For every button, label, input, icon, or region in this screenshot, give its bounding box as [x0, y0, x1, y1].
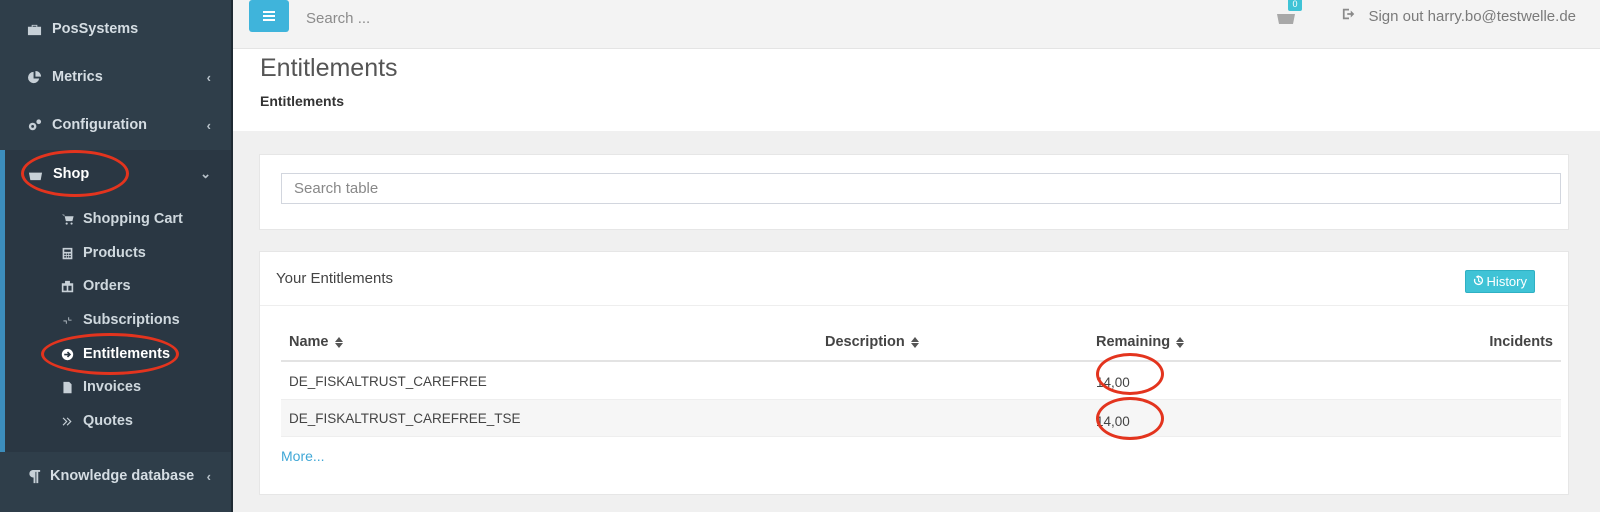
- cart-count-badge: 0: [1288, 0, 1302, 11]
- table-header: Name Description Remaining Incidents: [281, 322, 1561, 362]
- hamburger-icon: [263, 15, 275, 17]
- column-label: Incidents: [1489, 334, 1553, 350]
- arrow-circle-icon: [60, 348, 74, 361]
- sidebar-item-label: Metrics: [52, 69, 103, 85]
- sidebar-item-knowledge-database[interactable]: Knowledge database ‹: [0, 456, 231, 496]
- sidebar-item-label: Knowledge database: [50, 468, 195, 484]
- basket-icon: [1276, 9, 1296, 29]
- search-card: [259, 154, 1569, 230]
- sidebar-sub-label: Quotes: [83, 413, 133, 429]
- column-header-incidents: Incidents: [1489, 334, 1553, 350]
- shop-submenu: Shop ⌄ Shopping Cart Products Orders Sub…: [0, 150, 231, 452]
- column-header-remaining[interactable]: Remaining: [1096, 334, 1185, 350]
- topbar: 0 Sign out harry.bo@testwelle.de: [233, 0, 1600, 49]
- cell-remaining: 14,00: [1096, 414, 1130, 429]
- sidebar-item-subscriptions[interactable]: Subscriptions: [60, 307, 180, 333]
- breadcrumb: Entitlements: [260, 93, 345, 109]
- sidebar-sub-label: Products: [83, 245, 146, 261]
- signout-link[interactable]: Sign out harry.bo@testwelle.de: [1342, 7, 1576, 25]
- column-label: Description: [825, 334, 905, 350]
- basket-icon: [27, 166, 43, 182]
- chevron-left-icon: ‹: [206, 117, 211, 133]
- chevron-down-icon: ⌄: [200, 166, 211, 181]
- table-search-input[interactable]: [281, 173, 1561, 204]
- sidebar-sub-label: Invoices: [83, 379, 142, 395]
- sidebar-sub-label: Shopping Cart: [83, 211, 183, 227]
- calculator-icon: [60, 247, 74, 260]
- sort-icon: [1176, 336, 1185, 348]
- sidebar-sub-label: Entitlements: [83, 346, 171, 362]
- sidebar-item-label: Shop: [53, 166, 90, 182]
- sidebar: PosSystems Metrics ‹ Configuration ‹ Sho…: [0, 0, 233, 512]
- table-row[interactable]: DE_FISKALTRUST_CAREFREE 14,00: [281, 363, 1561, 400]
- signout-label: Sign out harry.bo@testwelle.de: [1368, 7, 1576, 25]
- briefcase-icon: [26, 21, 42, 37]
- compress-icon: [60, 314, 74, 327]
- cart-icon: [60, 213, 74, 226]
- sidebar-item-metrics[interactable]: Metrics ‹: [0, 57, 231, 97]
- card-title: Your Entitlements: [276, 270, 394, 287]
- sidebar-item-label: Configuration: [52, 117, 148, 133]
- cell-name: DE_FISKALTRUST_CAREFREE: [289, 374, 487, 389]
- cell-remaining: 14,00: [1096, 375, 1130, 390]
- sidebar-item-shop[interactable]: Shop ⌄: [0, 154, 231, 194]
- sidebar-item-quotes[interactable]: Quotes: [60, 408, 133, 434]
- sidebar-item-label: PosSystems: [52, 21, 139, 37]
- sidebar-item-entitlements[interactable]: Entitlements: [60, 341, 170, 367]
- history-icon: [1473, 274, 1487, 289]
- sidebar-item-invoices[interactable]: Invoices: [60, 374, 141, 400]
- column-label: Name: [289, 334, 329, 350]
- double-chevron-icon: [60, 415, 74, 428]
- cell-name: DE_FISKALTRUST_CAREFREE_TSE: [289, 411, 521, 426]
- sidebar-sub-label: Orders: [83, 278, 131, 294]
- sidebar-sub-label: Subscriptions: [83, 312, 180, 328]
- history-label: History: [1486, 274, 1527, 289]
- sidebar-item-shopping-cart[interactable]: Shopping Cart: [60, 206, 183, 232]
- table-row[interactable]: DE_FISKALTRUST_CAREFREE_TSE 14,00: [281, 400, 1561, 437]
- sidebar-item-possystems[interactable]: PosSystems: [0, 9, 231, 49]
- column-label: Remaining: [1096, 334, 1171, 350]
- chevron-left-icon: ‹: [206, 468, 211, 484]
- menu-toggle-button[interactable]: [249, 0, 289, 32]
- orders-icon: [60, 280, 74, 293]
- sidebar-item-products[interactable]: Products: [60, 240, 146, 266]
- column-header-name[interactable]: Name: [289, 334, 343, 350]
- sidebar-item-configuration[interactable]: Configuration ‹: [0, 105, 231, 145]
- sidebar-item-orders[interactable]: Orders: [60, 273, 131, 299]
- sort-icon: [334, 336, 343, 348]
- sort-icon: [910, 336, 919, 348]
- pie-chart-icon: [26, 69, 42, 85]
- page-header: Entitlements Entitlements: [233, 49, 1600, 131]
- paragraph-icon: [26, 468, 42, 484]
- file-icon: [60, 381, 74, 394]
- global-search-input[interactable]: [306, 6, 606, 30]
- page-title: Entitlements: [260, 54, 398, 82]
- column-header-description[interactable]: Description: [825, 334, 919, 350]
- more-link[interactable]: More...: [281, 448, 325, 464]
- card-header: Your Entitlements History: [260, 252, 1568, 306]
- sign-out-icon: [1342, 7, 1368, 25]
- entitlements-card: Your Entitlements History Name Descripti…: [259, 251, 1569, 495]
- chevron-left-icon: ‹: [206, 69, 211, 85]
- gears-icon: [26, 117, 42, 133]
- history-button[interactable]: History: [1464, 270, 1535, 293]
